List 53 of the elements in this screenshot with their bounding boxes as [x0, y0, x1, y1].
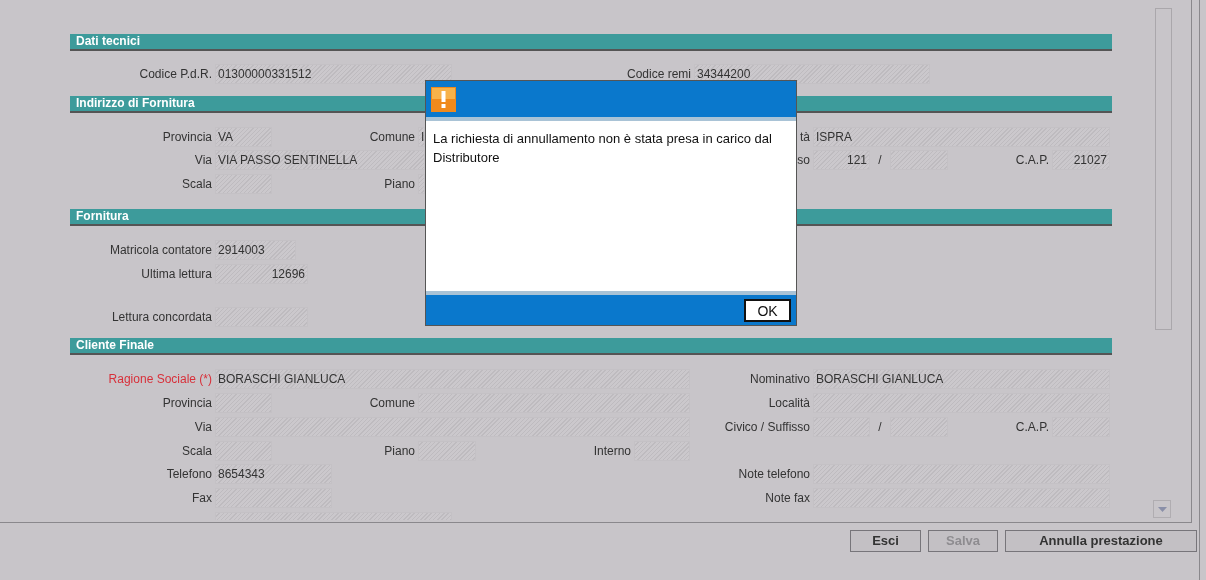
input-field[interactable]: BORASCHI GIANLUCA [215, 369, 690, 389]
field-label: Matricola contatore [108, 242, 213, 259]
action-button[interactable]: Esci [850, 530, 921, 552]
input-field[interactable]: 2914003 [215, 240, 296, 260]
field-label: Piano [383, 176, 416, 193]
input-field[interactable]: 21027 [1052, 150, 1110, 170]
input-field[interactable]: VA [215, 127, 272, 147]
field-label: Provincia [161, 129, 213, 146]
separator-text: / [877, 152, 883, 169]
input-field[interactable]: ISPRA [813, 127, 1110, 147]
field-label: Nominativo [748, 371, 811, 388]
field-label: Interno [592, 443, 632, 460]
field-label: Provincia [161, 395, 213, 412]
input-field[interactable]: 8654343 [215, 464, 332, 484]
field-label: C.A.P. [1014, 152, 1050, 169]
field-label: Civico / Suffisso [723, 419, 811, 436]
input-field[interactable]: VIA PASSO SENTINELLA [215, 150, 425, 170]
scroll-down-button[interactable] [1153, 500, 1171, 518]
field-label: Note fax [764, 490, 811, 507]
warning-icon [431, 86, 456, 112]
input-field[interactable]: 12696 [215, 264, 308, 284]
input-field[interactable]: 34344200 [694, 64, 930, 84]
field-label: Via [193, 419, 213, 436]
field-label: Note telefono [737, 466, 811, 483]
separator-text: / [877, 419, 883, 436]
input-field[interactable]: 121 [813, 150, 870, 170]
ok-button[interactable]: OK [744, 298, 791, 322]
section-header: Dati tecnici [70, 34, 1112, 51]
field-label: Comune [368, 129, 416, 146]
field-label: Località [767, 395, 811, 412]
field-label: so [797, 152, 811, 169]
field-label: tà [799, 129, 811, 146]
dialog-message: La richiesta di annullamento non è stata presa in carico dal Distributore [433, 130, 773, 167]
field-label: Fax [191, 490, 213, 507]
field-label: Ultima lettura [140, 266, 213, 283]
input-field[interactable] [418, 174, 425, 194]
field-label: C.A.P. [1014, 419, 1050, 436]
section-header: Cliente Finale [70, 338, 1112, 355]
field-label: Via [193, 152, 213, 169]
down-arrow-icon [1157, 506, 1167, 512]
field-label: Lettura concordata [110, 309, 213, 326]
field-label: Piano [383, 443, 416, 460]
scrollbar-track[interactable] [1155, 8, 1172, 330]
input-field[interactable]: 01300000331512 [215, 64, 452, 84]
field-label: Comune [368, 395, 416, 412]
field-label: Telefono [165, 466, 213, 483]
field-label: Ragione Sociale (*) [107, 371, 213, 388]
field-label: Codice P.d.R. [138, 66, 213, 83]
field-label: Scala [180, 443, 213, 460]
field-label: Codice remi [625, 66, 692, 83]
action-button[interactable]: Annulla prestazione [1005, 530, 1197, 552]
input-field[interactable]: BORASCHI GIANLUCA [813, 369, 1110, 389]
field-label: Scala [180, 176, 213, 193]
